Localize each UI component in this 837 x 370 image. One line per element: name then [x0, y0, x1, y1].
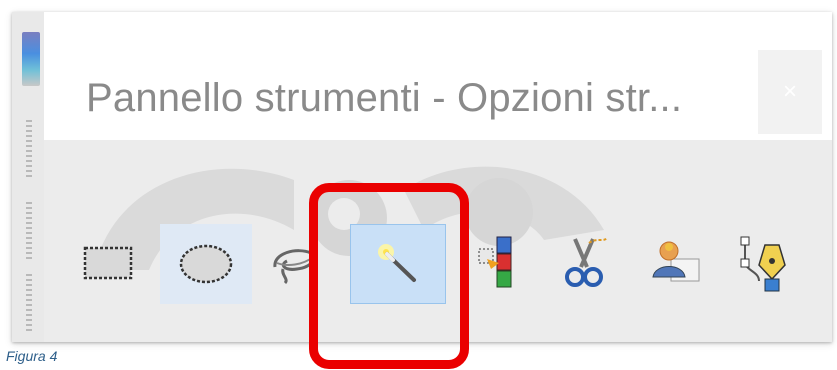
close-icon: ×: [782, 78, 797, 105]
dock-grip[interactable]: [26, 202, 32, 262]
tool-ellipse-select[interactable]: [160, 224, 252, 304]
tool-scissors-select[interactable]: [548, 230, 620, 296]
background-window-edge: [12, 12, 45, 342]
dock-grip[interactable]: [26, 120, 32, 180]
tool-foreground-select[interactable]: [638, 230, 710, 296]
tool-rect-select[interactable]: [72, 230, 144, 296]
foreground-select-icon: [652, 241, 700, 282]
title-bar: Pannello strumenti - Opzioni str... ×: [44, 12, 832, 140]
select-by-color-icon: [478, 236, 512, 288]
window-title: Pannello strumenti - Opzioni str...: [86, 76, 683, 120]
figure-caption: Figura 4: [6, 348, 58, 364]
scissors-icon: [565, 236, 608, 287]
tool-paths[interactable]: [728, 230, 800, 296]
dock-grip[interactable]: [26, 274, 32, 334]
paths-icon: [740, 236, 786, 292]
ellipse-select-icon: [179, 244, 233, 284]
highlight-annotation: [309, 183, 469, 369]
close-button[interactable]: ×: [758, 50, 822, 134]
rect-select-icon: [83, 246, 133, 280]
thumbnail-preview: [22, 32, 40, 86]
